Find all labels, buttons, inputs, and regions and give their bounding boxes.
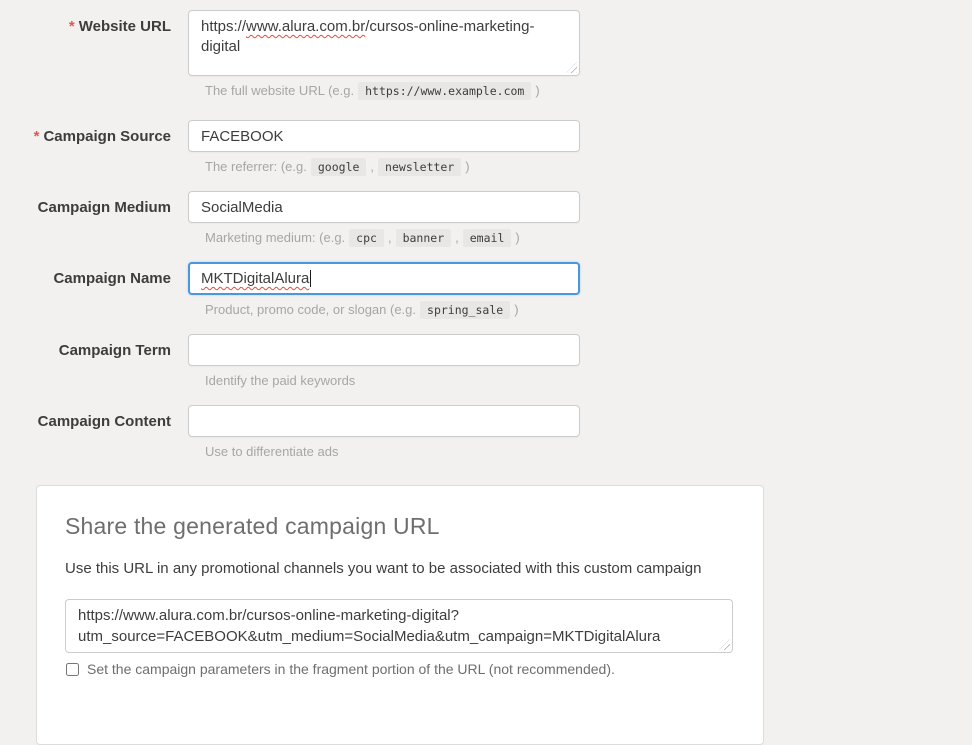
generated-url-line1: https://www.alura.com.br/cursos-online-m… xyxy=(78,605,720,626)
url-prefix: https:// xyxy=(201,18,246,35)
code-chip: banner xyxy=(396,229,452,247)
field-group-campaign-term: Campaign Term Identify the paid keywords xyxy=(0,334,972,389)
campaign-name-help: Product, promo code, or slogan (e.g.spri… xyxy=(205,302,972,318)
field-group-campaign-source: *Campaign Source FACEBOOK The referrer: … xyxy=(0,120,972,175)
fragment-checkbox-label[interactable]: Set the campaign parameters in the fragm… xyxy=(87,661,615,677)
utm-builder-form: *Website URL https://www.alura.com.br/cu… xyxy=(0,0,972,745)
campaign-source-input[interactable]: FACEBOOK xyxy=(188,120,580,152)
campaign-term-input[interactable] xyxy=(188,334,580,366)
code-chip: https://www.example.com xyxy=(358,82,531,100)
campaign-content-label: Campaign Content xyxy=(0,405,188,430)
field-group-campaign-content: Campaign Content Use to differentiate ad… xyxy=(0,405,972,460)
campaign-name-label: Campaign Name xyxy=(0,262,188,287)
required-asterisk: * xyxy=(69,18,75,35)
campaign-name-value: MKTDigitalAlura xyxy=(201,270,309,287)
share-url-card: Share the generated campaign URL Use thi… xyxy=(36,485,764,745)
campaign-medium-label: Campaign Medium xyxy=(0,191,188,216)
field-group-campaign-name: Campaign Name MKTDigitalAlura Product, p… xyxy=(0,262,972,318)
text-cursor xyxy=(310,270,311,287)
generated-url-line2: utm_source=FACEBOOK&utm_medium=SocialMed… xyxy=(78,626,720,647)
campaign-medium-input[interactable]: SocialMedia xyxy=(188,191,580,223)
field-group-campaign-medium: Campaign Medium SocialMedia Marketing me… xyxy=(0,191,972,246)
code-chip: spring_sale xyxy=(420,301,510,319)
required-asterisk: * xyxy=(34,128,40,145)
website-url-textarea[interactable]: https://www.alura.com.br/cursos-online-m… xyxy=(188,10,580,76)
code-chip: google xyxy=(311,158,367,176)
url-misspelled-segment: www.alura.com.br xyxy=(246,18,365,35)
campaign-source-label: *Campaign Source xyxy=(0,120,188,145)
campaign-term-help: Identify the paid keywords xyxy=(205,373,972,389)
fragment-checkbox[interactable] xyxy=(66,663,79,676)
generated-url-textarea[interactable]: https://www.alura.com.br/cursos-online-m… xyxy=(65,599,733,653)
campaign-medium-help: Marketing medium: (e.g.cpc,banner,email) xyxy=(205,230,972,246)
campaign-content-help: Use to differentiate ads xyxy=(205,444,972,460)
website-url-label: *Website URL xyxy=(0,10,188,35)
website-url-help: The full website URL (e.g.https://www.ex… xyxy=(205,83,972,99)
campaign-content-input[interactable] xyxy=(188,405,580,437)
share-card-description: Use this URL in any promotional channels… xyxy=(65,560,735,577)
campaign-name-input[interactable]: MKTDigitalAlura xyxy=(188,262,580,295)
share-card-title: Share the generated campaign URL xyxy=(65,512,735,540)
field-group-website-url: *Website URL https://www.alura.com.br/cu… xyxy=(0,10,972,99)
campaign-source-help: The referrer: (e.g.google,newsletter) xyxy=(205,159,972,175)
code-chip: newsletter xyxy=(378,158,461,176)
code-chip: email xyxy=(463,229,512,247)
resize-grip-icon[interactable] xyxy=(719,639,730,650)
code-chip: cpc xyxy=(349,229,384,247)
resize-grip-icon[interactable] xyxy=(566,62,577,73)
campaign-term-label: Campaign Term xyxy=(0,334,188,359)
